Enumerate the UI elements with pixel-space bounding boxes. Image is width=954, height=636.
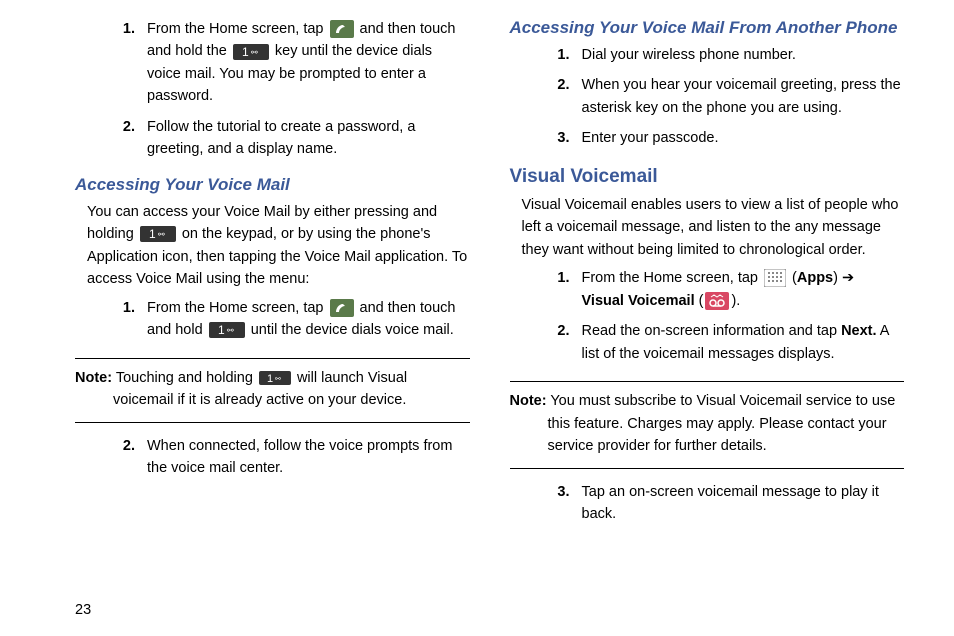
- visual-voicemail-label: Visual Voicemail: [582, 293, 695, 309]
- svg-text:⚯: ⚯: [251, 48, 258, 57]
- item-content: When you hear your voicemail greeting, p…: [582, 74, 905, 119]
- ordered-item: 3. Tap an on-screen voicemail message to…: [510, 481, 905, 526]
- phone-icon: [330, 20, 354, 38]
- text: From the Home screen, tap: [582, 270, 763, 286]
- svg-text:1: 1: [267, 373, 273, 385]
- item-content: Dial your wireless phone number.: [582, 44, 905, 66]
- ordered-item: 2. Follow the tutorial to create a passw…: [75, 116, 470, 161]
- section-heading: Accessing Your Voice Mail From Another P…: [510, 18, 905, 38]
- text: Touching and holding: [112, 370, 257, 386]
- item-number: 2.: [552, 74, 582, 119]
- one-key-icon: 1⚯: [233, 44, 269, 60]
- item-number: 1.: [552, 44, 582, 66]
- text: Read the on-screen information and tap: [582, 323, 842, 339]
- item-number: 1.: [117, 18, 147, 108]
- next-label: Next.: [841, 323, 876, 339]
- item-number: 2.: [117, 435, 147, 480]
- svg-text:1: 1: [218, 323, 225, 337]
- ordered-item: 1. From the Home screen, tap (Apps) ➔ Vi…: [510, 267, 905, 312]
- text: From the Home screen, tap: [147, 21, 328, 37]
- apps-grid-icon: [764, 269, 786, 287]
- item-number: 3.: [552, 481, 582, 526]
- paragraph: You can access your Voice Mail by either…: [75, 201, 470, 291]
- item-content: Enter your passcode.: [582, 127, 905, 149]
- item-content: Follow the tutorial to create a password…: [147, 116, 470, 161]
- voicemail-icon: [705, 292, 729, 310]
- one-key-icon: 1⚯: [140, 226, 176, 242]
- item-number: 1.: [117, 297, 147, 342]
- ordered-item: 2. When connected, follow the voice prom…: [75, 435, 470, 480]
- arrow: ➔: [838, 270, 854, 286]
- section-heading: Visual Voicemail: [510, 166, 905, 188]
- one-key-icon: 1⚯: [209, 322, 245, 338]
- item-content: From the Home screen, tap and then touch…: [147, 18, 470, 108]
- note-block: Note: Touching and holding 1⚯ will launc…: [75, 358, 470, 423]
- text: You must subscribe to Visual Voicemail s…: [547, 393, 896, 454]
- svg-text:⚯: ⚯: [227, 326, 234, 335]
- item-content: When connected, follow the voice prompts…: [147, 435, 470, 480]
- section-heading: Accessing Your Voice Mail: [75, 175, 470, 195]
- svg-text:1: 1: [149, 227, 156, 241]
- item-number: 3.: [552, 127, 582, 149]
- item-number: 2.: [117, 116, 147, 161]
- ordered-item: 1. Dial your wireless phone number.: [510, 44, 905, 66]
- ordered-item: 2. Read the on-screen information and ta…: [510, 320, 905, 365]
- item-content: From the Home screen, tap and then touch…: [147, 297, 470, 342]
- note-block: Note: You must subscribe to Visual Voice…: [510, 381, 905, 468]
- ordered-item: 2. When you hear your voicemail greeting…: [510, 74, 905, 119]
- item-content: Read the on-screen information and tap N…: [582, 320, 905, 365]
- ordered-item: 1. From the Home screen, tap and then to…: [75, 297, 470, 342]
- apps-label: Apps: [797, 270, 833, 286]
- phone-icon: [330, 299, 354, 317]
- item-number: 2.: [552, 320, 582, 365]
- note-label: Note:: [510, 393, 547, 409]
- note-label: Note:: [75, 370, 112, 386]
- paragraph: Visual Voicemail enables users to view a…: [510, 194, 905, 261]
- text: ).: [731, 293, 740, 309]
- svg-text:⚯: ⚯: [158, 230, 165, 239]
- one-key-icon: 1⚯: [259, 371, 291, 385]
- svg-text:1: 1: [242, 45, 249, 59]
- ordered-item: 1. From the Home screen, tap and then to…: [75, 18, 470, 108]
- text: until the device dials voice mail.: [247, 322, 454, 338]
- text: (: [695, 293, 704, 309]
- item-content: From the Home screen, tap (Apps) ➔ Visua…: [582, 267, 905, 312]
- right-column: Accessing Your Voice Mail From Another P…: [510, 18, 905, 618]
- ordered-item: 3. Enter your passcode.: [510, 127, 905, 149]
- page-number: 23: [75, 602, 470, 618]
- left-column: 1. From the Home screen, tap and then to…: [50, 18, 470, 618]
- item-content: Tap an on-screen voicemail message to pl…: [582, 481, 905, 526]
- text: From the Home screen, tap: [147, 300, 328, 316]
- item-number: 1.: [552, 267, 582, 312]
- svg-text:⚯: ⚯: [275, 376, 281, 383]
